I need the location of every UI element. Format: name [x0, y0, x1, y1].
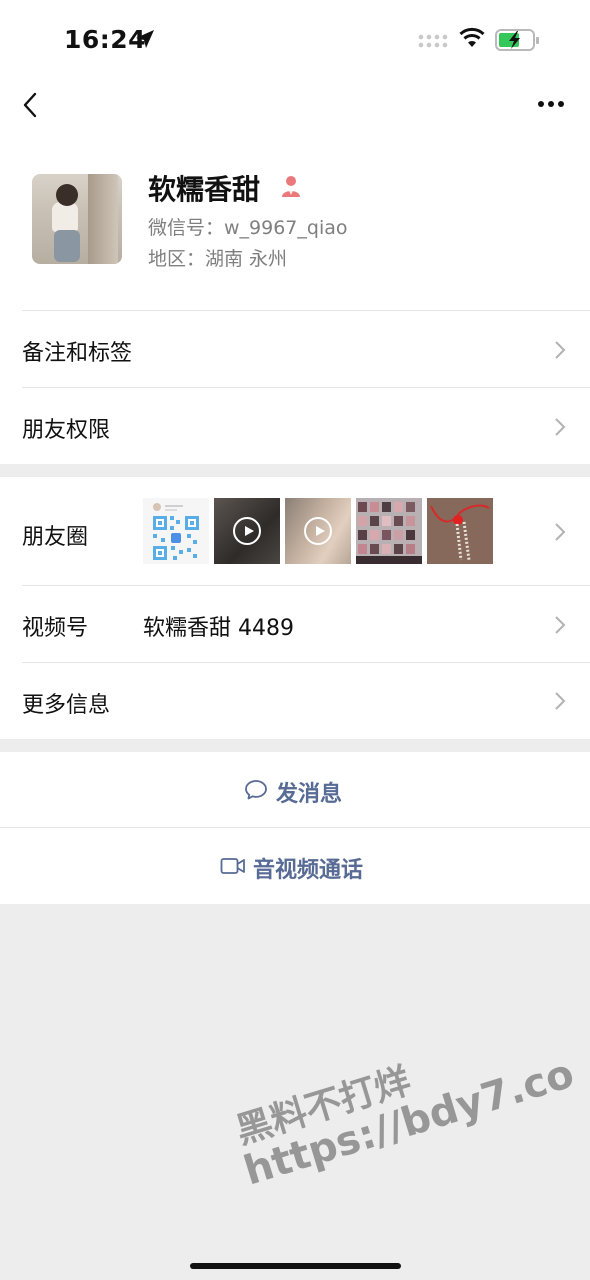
female-contact-icon [282, 176, 300, 197]
region: 地区：湖南 永州 [148, 248, 288, 270]
necklace-image [427, 498, 493, 564]
chevron-right-icon [555, 418, 566, 436]
profile-header: 软糯香甜 微信号：w_9967_qiao 地区：湖南 永州 [0, 138, 590, 311]
more-options-icon[interactable] [536, 94, 566, 114]
watermark: 黑料不打烊 https://bdy7.co [231, 1016, 579, 1194]
row-friend-permissions[interactable]: 朋友权限 [0, 388, 590, 464]
row-label: 朋友圈 [22, 525, 89, 550]
nav-bar [0, 78, 590, 138]
row-label: 朋友权限 [22, 418, 111, 443]
battery-charging-icon [495, 29, 539, 51]
send-message-button[interactable]: 发消息 [0, 752, 590, 828]
status-bar: 16:24 [0, 0, 590, 78]
avatar-figure-head [56, 184, 78, 206]
row-channels[interactable]: 视频号 软糯香甜 4489 [0, 586, 590, 663]
moments-thumb-necklace[interactable] [427, 498, 493, 564]
av-call-button[interactable]: 音视频通话 [0, 828, 590, 904]
avatar[interactable] [32, 174, 122, 264]
moments-thumb-video-2[interactable] [285, 498, 351, 564]
row-more-info[interactable]: 更多信息 [0, 663, 590, 739]
avatar-background [88, 174, 118, 264]
chevron-right-icon [555, 616, 566, 634]
chat-bubble-icon [245, 780, 267, 800]
play-icon [233, 517, 261, 545]
chevron-right-icon [555, 523, 566, 541]
play-icon [304, 517, 332, 545]
wifi-icon [459, 27, 485, 47]
wechat-id: 微信号：w_9967_qiao [148, 217, 348, 239]
row-label: 视频号 [22, 616, 89, 641]
cellular-signal-icon [418, 34, 448, 48]
avatar-figure-legs [54, 230, 80, 262]
row-label: 备注和标签 [22, 341, 133, 366]
chevron-right-icon [555, 341, 566, 359]
av-call-label: 音视频通话 [253, 858, 364, 883]
moments-thumb-collage[interactable] [356, 498, 422, 564]
row-label: 更多信息 [22, 693, 111, 718]
profile-name: 软糯香甜 [148, 173, 261, 206]
qr-code-image [143, 498, 209, 564]
moments-thumb-qr[interactable] [143, 498, 209, 564]
row-remark-tags[interactable]: 备注和标签 [0, 311, 590, 388]
back-chevron-icon[interactable] [18, 88, 44, 122]
channels-value: 软糯香甜 4489 [143, 616, 294, 641]
home-indicator[interactable] [190, 1263, 401, 1269]
location-arrow-icon [136, 30, 154, 48]
send-message-label: 发消息 [276, 782, 343, 807]
row-moments[interactable]: 朋友圈 [0, 477, 590, 586]
photo-collage-image [356, 498, 422, 564]
moments-thumb-video-1[interactable] [214, 498, 280, 564]
video-camera-icon [220, 858, 245, 874]
chevron-right-icon [555, 692, 566, 710]
avatar-figure-top [52, 202, 78, 232]
